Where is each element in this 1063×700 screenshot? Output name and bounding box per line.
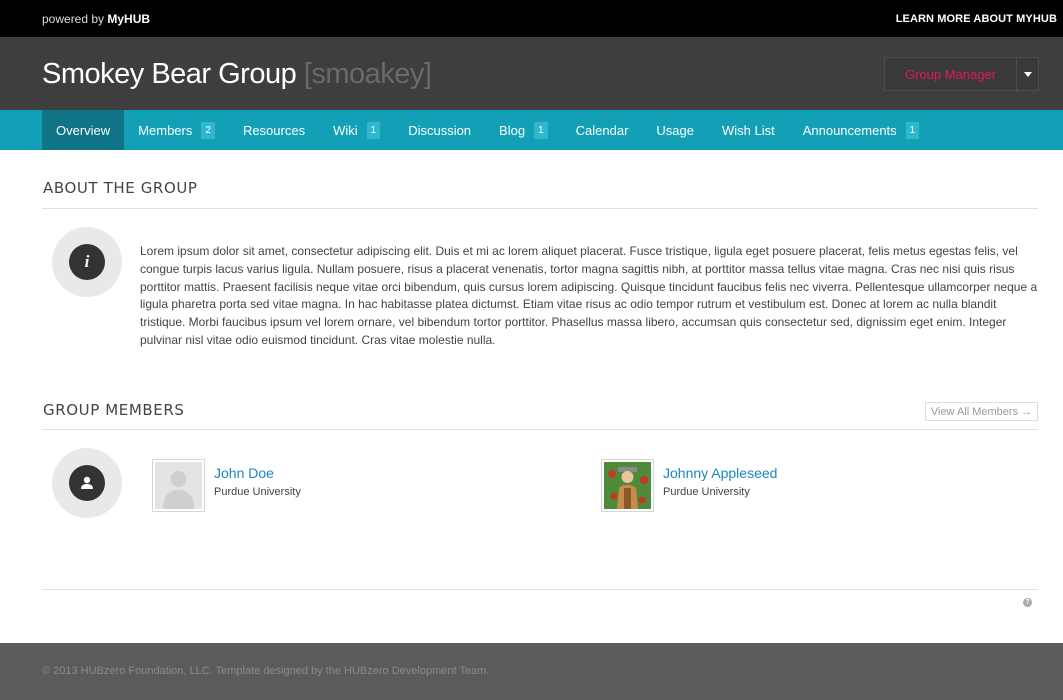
member-avatar[interactable] bbox=[601, 459, 654, 512]
group-title-text: Smokey Bear Group bbox=[42, 58, 297, 90]
powered-by: powered by MyHUB bbox=[42, 12, 150, 26]
tab-count-badge: 1 bbox=[534, 121, 548, 139]
page-footer: © 2013 HUBzero Foundation, LLC. Template… bbox=[0, 643, 1063, 700]
powered-by-prefix: powered by bbox=[42, 11, 105, 26]
tab-label: Overview bbox=[56, 122, 111, 138]
top-bar: powered by MyHUB LEARN MORE ABOUT MYHUB bbox=[0, 0, 1063, 37]
tab-label: Calendar bbox=[575, 122, 629, 138]
user-icon bbox=[69, 465, 105, 501]
member-card: Johnny Appleseed Purdue University bbox=[601, 459, 777, 512]
tab-count-badge: 1 bbox=[905, 121, 920, 139]
group-manager-caret[interactable] bbox=[1016, 57, 1039, 91]
info-icon: i bbox=[69, 244, 105, 280]
tab-label: Usage bbox=[656, 122, 694, 138]
member-organization: Purdue University bbox=[214, 486, 301, 498]
learn-more-link[interactable]: LEARN MORE ABOUT MYHUB bbox=[896, 13, 1057, 25]
member-card: John Doe Purdue University bbox=[152, 459, 301, 512]
tab-resources[interactable]: Resources bbox=[229, 110, 319, 150]
group-title: Smokey Bear Group [smoakey] bbox=[42, 58, 432, 91]
appleseed-avatar-icon bbox=[604, 462, 651, 509]
tab-blog[interactable]: Blog 1 bbox=[485, 110, 562, 150]
about-section-title: ABOUT THE GROUP bbox=[43, 179, 198, 197]
tab-calendar[interactable]: Calendar bbox=[562, 110, 643, 150]
tab-wish-list[interactable]: Wish List bbox=[708, 110, 789, 150]
tab-usage[interactable]: Usage bbox=[642, 110, 708, 150]
tab-count-badge: 2 bbox=[201, 121, 215, 139]
info-badge: i bbox=[52, 227, 122, 297]
footer-copyright: © 2013 HUBzero Foundation, LLC. Template… bbox=[42, 665, 490, 677]
brand-logo-text[interactable]: MyHUB bbox=[107, 12, 150, 26]
tab-label: Wiki bbox=[333, 122, 358, 138]
group-manager-dropdown: Group Manager bbox=[884, 57, 1039, 91]
user-silhouette-icon bbox=[81, 476, 93, 489]
tab-announcements[interactable]: Announcements 1 bbox=[789, 110, 934, 150]
tab-label: Blog bbox=[499, 122, 526, 138]
member-avatar[interactable] bbox=[152, 459, 205, 512]
member-name-link[interactable]: John Doe bbox=[214, 465, 301, 481]
content-bottom-divider bbox=[42, 589, 1038, 590]
group-cn: [smoakey] bbox=[303, 58, 432, 90]
tab-label: Announcements bbox=[802, 122, 897, 138]
help-icon[interactable]: ? bbox=[1023, 598, 1032, 607]
tab-overview[interactable]: Overview bbox=[42, 110, 125, 150]
about-description: Lorem ipsum dolor sit amet, consectetur … bbox=[140, 244, 1038, 347]
tab-label: Resources bbox=[242, 122, 306, 138]
members-divider bbox=[42, 429, 1038, 430]
default-avatar-icon bbox=[155, 462, 202, 509]
tab-count-badge: 1 bbox=[366, 121, 381, 139]
tab-discussion[interactable]: Discussion bbox=[394, 110, 485, 150]
tab-label: Wish List bbox=[721, 122, 775, 138]
members-badge bbox=[52, 448, 122, 518]
tab-wiki[interactable]: Wiki 1 bbox=[319, 110, 394, 150]
members-section-title: GROUP MEMBERS bbox=[43, 401, 185, 419]
tab-label: Members bbox=[138, 122, 193, 138]
group-header: Smokey Bear Group [smoakey] Group Manage… bbox=[0, 37, 1063, 110]
tab-members[interactable]: Members 2 bbox=[124, 110, 229, 150]
group-manager-button[interactable]: Group Manager bbox=[884, 57, 1016, 91]
about-divider bbox=[42, 208, 1038, 209]
view-all-members-button[interactable]: View All Members → bbox=[925, 402, 1038, 421]
group-nav: Overview Members 2 Resources Wiki 1 Discus… bbox=[0, 110, 1063, 150]
member-organization: Purdue University bbox=[663, 486, 750, 498]
tab-label: Discussion bbox=[408, 122, 472, 138]
info-glyph: i bbox=[84, 252, 90, 271]
caret-down-icon bbox=[1023, 71, 1032, 77]
member-name-link[interactable]: Johnny Appleseed bbox=[663, 465, 777, 481]
